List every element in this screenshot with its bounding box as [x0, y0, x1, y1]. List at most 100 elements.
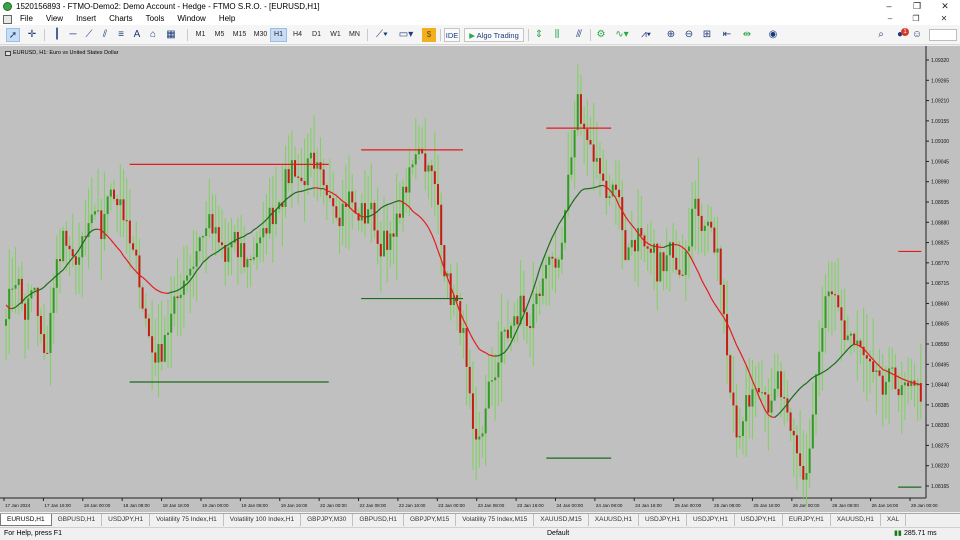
- candle-body: [487, 381, 490, 409]
- settings-icon[interactable]: ⚙: [594, 28, 608, 42]
- one-click-icon[interactable]: ⫻: [572, 28, 586, 42]
- chart-tab[interactable]: XAUUSD,H1: [589, 514, 640, 526]
- candle-body: [849, 333, 852, 336]
- close-button[interactable]: ✕: [934, 0, 956, 13]
- chart-canvas[interactable]: 1.09320 1.09265 1.09210 1.09155 1.09100 1.090…: [0, 46, 960, 512]
- chart-shift-icon[interactable]: ⇹: [740, 28, 754, 42]
- market-icon[interactable]: $: [422, 28, 436, 42]
- candle-body: [341, 203, 344, 227]
- depth-of-market-icon[interactable]: ⇕: [532, 28, 546, 42]
- shapes-icon[interactable]: ⌂: [146, 28, 160, 42]
- candle-body: [713, 227, 716, 253]
- timeframe-w1[interactable]: W1: [327, 28, 344, 42]
- objects-icon[interactable]: ▦: [164, 28, 178, 42]
- timeframe-m5[interactable]: M5: [211, 28, 228, 42]
- candle-body: [201, 236, 204, 238]
- fibonacci-icon[interactable]: ≡: [114, 28, 128, 42]
- trendline-icon[interactable]: ⟋: [82, 28, 96, 42]
- menu-help[interactable]: Help: [213, 13, 242, 25]
- candles-icon[interactable]: ⫼: [550, 28, 564, 42]
- timeframe-m30[interactable]: M30: [251, 28, 270, 42]
- text-tool-icon[interactable]: A: [130, 28, 144, 42]
- time-tick-label: 22 Jan 16:00: [399, 503, 426, 508]
- vertical-line-icon[interactable]: ┃: [50, 28, 64, 42]
- candle-body: [262, 228, 265, 238]
- candle-body: [198, 237, 201, 252]
- chart-close-button[interactable]: ✕: [934, 13, 954, 25]
- timeframe-h1[interactable]: H1: [270, 28, 287, 42]
- menu-tools[interactable]: Tools: [140, 13, 172, 25]
- timeframe-m15[interactable]: M15: [230, 28, 249, 42]
- ide-button[interactable]: IDE: [444, 28, 460, 42]
- chart-type-icon[interactable]: ⟋▾: [372, 28, 392, 42]
- templates-icon[interactable]: ▭▾: [396, 28, 416, 42]
- candle-body: [351, 191, 354, 203]
- chart-tab[interactable]: XAUUSD,M15: [534, 514, 589, 526]
- candle-body: [411, 164, 414, 168]
- chart-tab[interactable]: USDJPY,H1: [102, 514, 151, 526]
- algo-trading-button[interactable]: ▶ Algo Trading: [464, 28, 524, 42]
- chart-restore-button[interactable]: ❐: [906, 13, 926, 25]
- candle-body: [805, 473, 808, 480]
- time-tick-label: 23 Jan 16:00: [517, 503, 544, 508]
- cursor-icon[interactable]: ➚: [6, 28, 20, 42]
- chart-tab[interactable]: Volatility 75 Index,M15: [456, 514, 535, 526]
- account-icon[interactable]: ☺: [910, 28, 924, 42]
- chart-tab[interactable]: GBPJPY,M15: [404, 514, 457, 526]
- zoom-out-icon[interactable]: ⊖: [682, 28, 696, 42]
- candle-body: [265, 228, 268, 234]
- candle-body: [163, 334, 166, 362]
- chart-tab[interactable]: XAUUSD,H1: [831, 514, 881, 526]
- crosshair-icon[interactable]: ✛: [25, 28, 39, 42]
- candle-body: [532, 304, 535, 329]
- candle-body: [173, 296, 176, 314]
- timeframe-h4[interactable]: H4: [289, 28, 306, 42]
- timeframe-m1[interactable]: M1: [192, 28, 209, 42]
- chart-tab[interactable]: GBPUSD,H1: [52, 514, 103, 526]
- chart-tab[interactable]: GBPJPY,M30: [301, 514, 354, 526]
- zoom-in-icon[interactable]: ⊕: [664, 28, 678, 42]
- search-icon[interactable]: ⌕: [874, 28, 888, 42]
- candle-body: [856, 340, 859, 345]
- tile-windows-icon[interactable]: ⊞: [700, 28, 714, 42]
- indicators-icon[interactable]: ∿▾: [612, 28, 632, 42]
- menu-file[interactable]: File: [14, 13, 40, 25]
- status-bar: For Help, press F1 Default ▮▮ 285.71 ms: [0, 527, 960, 540]
- horizontal-line-icon[interactable]: ─: [66, 28, 80, 42]
- time-tick-label: 24 Jan 08:00: [596, 503, 623, 508]
- chart-minimize-button[interactable]: –: [880, 13, 900, 25]
- candle-body: [192, 266, 195, 269]
- candle-body: [491, 380, 493, 382]
- menu-charts[interactable]: Charts: [103, 13, 140, 25]
- chart-tab[interactable]: XAL: [881, 514, 907, 526]
- chart-tab[interactable]: Volatility 75 Index,H1: [150, 514, 224, 526]
- moving-average-segment: [307, 188, 312, 190]
- maximize-button[interactable]: ❐: [906, 0, 928, 13]
- candle-body: [36, 287, 39, 316]
- chart-window-icon[interactable]: [3, 14, 12, 24]
- price-chart[interactable]: 1.09320 1.09265 1.09210 1.09155 1.09100 1.090…: [0, 46, 960, 512]
- screenshot-icon[interactable]: ◉: [766, 28, 780, 42]
- candle-body: [227, 247, 230, 262]
- moving-average-segment: [310, 187, 315, 190]
- timeframe-mn[interactable]: MN: [346, 28, 363, 42]
- candle-body: [179, 294, 182, 299]
- chart-tab[interactable]: Volatility 100 Index,H1: [224, 514, 302, 526]
- channel-icon[interactable]: ⫽: [98, 28, 112, 42]
- menu-insert[interactable]: Insert: [70, 13, 103, 25]
- menu-window[interactable]: Window: [171, 13, 212, 25]
- candle-body: [157, 343, 160, 363]
- search-input[interactable]: [929, 29, 957, 41]
- chart-tab[interactable]: EURUSD,H1: [0, 514, 52, 526]
- autoscroll-icon[interactable]: ⇤: [720, 28, 734, 42]
- chart-tab[interactable]: USDJPY,H1: [687, 514, 735, 526]
- minimize-button[interactable]: –: [878, 0, 900, 13]
- trade-icon[interactable]: ⩘▾: [636, 28, 656, 42]
- chart-tab[interactable]: GBPUSD,H1: [353, 514, 404, 526]
- chart-tab[interactable]: EURJPY,H1: [783, 514, 831, 526]
- candle-body: [125, 220, 128, 222]
- menu-view[interactable]: View: [40, 13, 70, 25]
- chart-tab[interactable]: USDJPY,H1: [735, 514, 783, 526]
- chart-tab[interactable]: USDJPY,H1: [639, 514, 687, 526]
- timeframe-d1[interactable]: D1: [308, 28, 325, 42]
